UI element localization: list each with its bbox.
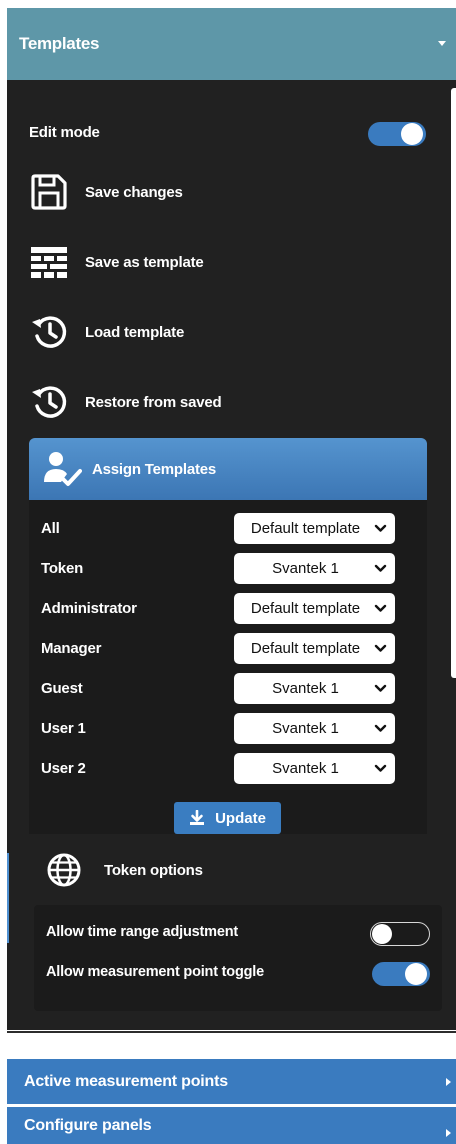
template-select-manager[interactable]: Default template: [234, 633, 395, 664]
header-title: Templates: [19, 34, 100, 53]
option-label: Allow time range adjustment: [46, 924, 238, 940]
history-clock-icon: [30, 382, 80, 422]
scrollbar[interactable]: [451, 88, 456, 678]
select-value: Svantek 1: [272, 560, 339, 577]
role-label: User 1: [41, 720, 86, 737]
chevron-down-icon: [374, 524, 387, 532]
save-as-template-button[interactable]: Save as template: [30, 237, 204, 287]
select-value: Default template: [250, 640, 361, 657]
select-value: Svantek 1: [272, 720, 339, 737]
caret-down-icon[interactable]: [438, 41, 446, 46]
option-label: Allow measurement point toggle: [46, 964, 264, 980]
caret-right-icon: [446, 1078, 451, 1086]
toggle-knob: [401, 123, 423, 145]
user-check-icon: [42, 450, 92, 488]
section-title: Configure panels: [24, 1116, 152, 1134]
history-clock-icon: [30, 312, 80, 352]
measurement-point-toggle[interactable]: [372, 962, 430, 986]
caret-right-icon: [446, 1129, 451, 1137]
token-options-title: Token options: [104, 861, 203, 879]
chevron-down-icon: [374, 724, 387, 732]
templates-header[interactable]: Templates: [7, 8, 456, 80]
update-button[interactable]: Update: [174, 802, 281, 834]
template-select-user-2[interactable]: Svantek 1: [234, 753, 395, 784]
select-value: Svantek 1: [272, 680, 339, 697]
toggle-knob: [405, 963, 427, 985]
restore-from-saved-button[interactable]: Restore from saved: [30, 377, 222, 427]
update-label: Update: [215, 809, 266, 827]
role-label: Administrator: [41, 600, 137, 617]
template-select-administrator[interactable]: Default template: [234, 593, 395, 624]
active-measurement-points-section[interactable]: Active measurement points: [7, 1059, 456, 1104]
menu-item-label: Restore from saved: [85, 393, 222, 411]
selection-indicator: [7, 853, 9, 943]
token-options-header[interactable]: Token options: [46, 846, 203, 894]
section-title: Active measurement points: [24, 1072, 228, 1090]
toggle-knob: [372, 923, 392, 944]
select-value: Default template: [250, 600, 361, 617]
role-label: Token: [41, 560, 84, 577]
globe-icon: [46, 852, 104, 888]
download-icon: [190, 810, 205, 825]
template-select-user-1[interactable]: Svantek 1: [234, 713, 395, 744]
chevron-down-icon: [374, 604, 387, 612]
divider: [7, 1031, 456, 1033]
load-template-button[interactable]: Load template: [30, 307, 184, 357]
configure-panels-section[interactable]: Configure panels: [7, 1107, 456, 1144]
template-grid-icon: [30, 242, 80, 282]
floppy-disk-icon: [30, 172, 80, 212]
template-select-all[interactable]: Default template: [234, 513, 395, 544]
save-changes-button[interactable]: Save changes: [30, 167, 183, 217]
edit-mode-toggle[interactable]: [368, 122, 426, 146]
menu-item-label: Load template: [85, 323, 185, 341]
chevron-down-icon: [374, 684, 387, 692]
select-value: Svantek 1: [272, 760, 339, 777]
menu-item-label: Save as template: [85, 253, 204, 271]
chevron-down-icon: [374, 644, 387, 652]
time-range-adjustment-toggle[interactable]: [370, 922, 430, 946]
chevron-down-icon: [374, 564, 387, 572]
assign-templates-header[interactable]: Assign Templates: [29, 438, 427, 500]
assign-templates-title: Assign Templates: [92, 460, 217, 478]
role-label: All: [41, 520, 60, 537]
select-value: Default template: [250, 520, 361, 537]
edit-mode-label: Edit mode: [29, 124, 100, 141]
menu-item-label: Save changes: [85, 183, 183, 201]
template-select-guest[interactable]: Svantek 1: [234, 673, 395, 704]
role-label: User 2: [41, 760, 86, 777]
token-options-panel: [34, 905, 442, 1011]
role-label: Guest: [41, 680, 83, 697]
chevron-down-icon: [374, 764, 387, 772]
role-label: Manager: [41, 640, 102, 657]
template-select-token[interactable]: Svantek 1: [234, 553, 395, 584]
